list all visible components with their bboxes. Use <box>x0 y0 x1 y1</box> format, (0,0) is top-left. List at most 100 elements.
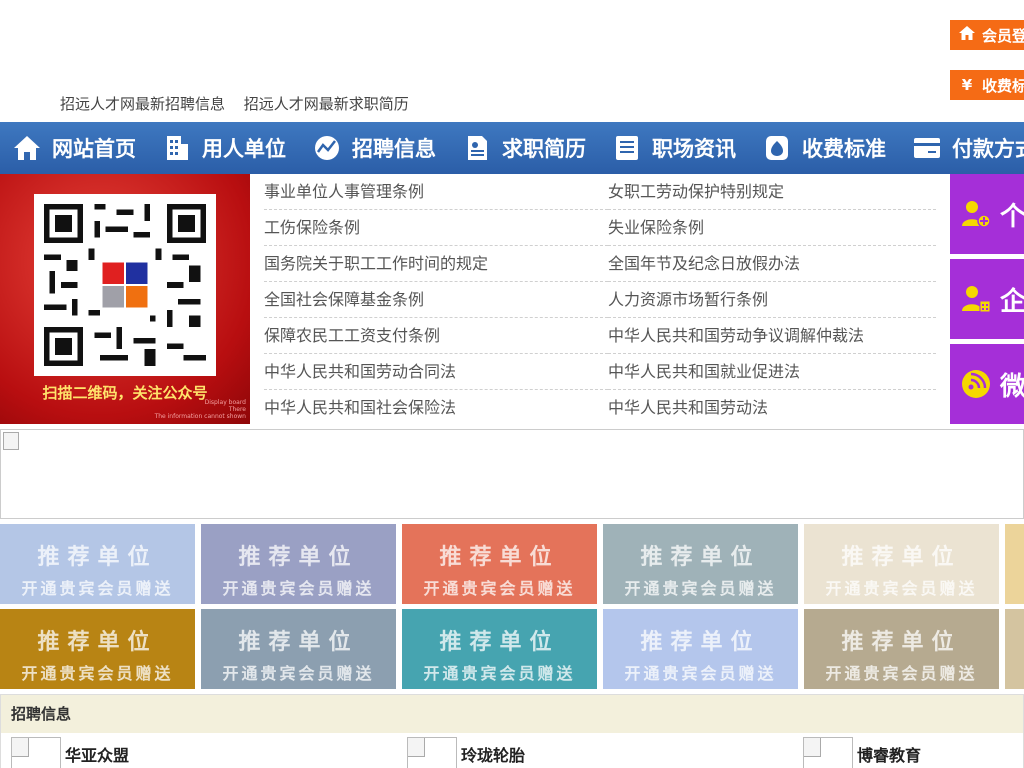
law-link[interactable]: 工伤保险条例 <box>264 210 608 246</box>
nav-item-employers[interactable]: 用人单位 <box>150 122 300 174</box>
law-row: 中华人民共和国劳动合同法 中华人民共和国就业促进法 <box>264 354 936 390</box>
recommended-unit-tile[interactable]: 推荐单位 开通贵宾会员赠送 <box>201 524 396 604</box>
nav-item-label: 收费标准 <box>802 137 886 161</box>
law-link[interactable]: 失业保险条例 <box>608 210 936 246</box>
fee-standard-label: 收费标 <box>982 76 1024 95</box>
law-link[interactable]: 全国年节及纪念日放假办法 <box>608 246 936 282</box>
user-add-icon <box>962 201 991 228</box>
company-logo <box>803 737 853 768</box>
recommended-unit-tile[interactable] <box>1005 524 1024 604</box>
nav-item-news[interactable]: 职场资讯 <box>600 122 750 174</box>
latest-jobs-link[interactable]: 招远人才网最新招聘信息 <box>60 95 225 113</box>
nav-item-label: 职场资讯 <box>652 137 736 161</box>
law-row: 中华人民共和国社会保险法 中华人民共和国劳动法 <box>264 390 936 426</box>
company-logo <box>11 737 61 768</box>
tile-title: 推荐单位 <box>37 545 158 570</box>
law-link[interactable]: 人力资源市场暂行条例 <box>608 282 936 318</box>
tile-subtitle: 开通贵宾会员赠送 <box>825 579 978 598</box>
tile-subtitle: 开通贵宾会员赠送 <box>624 664 777 683</box>
law-row: 国务院关于职工工作时间的规定 全国年节及纪念日放假办法 <box>264 246 936 282</box>
nav-item-fees[interactable]: 收费标准 <box>750 122 900 174</box>
company-name: 玲珑轮胎 <box>461 746 526 765</box>
tile-title: 推荐单位 <box>238 545 359 570</box>
company-name: 华亚众盟 <box>65 746 130 765</box>
tile-title: 推荐单位 <box>37 630 158 655</box>
recommended-unit-tile[interactable]: 推荐单位 开通贵宾会员赠送 <box>804 609 999 689</box>
company-name: 博睿教育 <box>857 746 922 765</box>
header: 招远人才网最新招聘信息 招远人才网最新求职简历 会员登 ¥ 收费标 <box>0 0 1024 122</box>
nav-item-payment[interactable]: 付款方式 <box>900 122 1024 174</box>
home-icon <box>958 24 976 46</box>
nav-item-home[interactable]: 网站首页 <box>0 122 150 174</box>
qr-code <box>34 194 216 376</box>
law-link[interactable]: 全国社会保障基金条例 <box>264 282 608 318</box>
fee-standard-button[interactable]: ¥ 收费标 <box>950 70 1024 100</box>
law-row: 全国社会保障基金条例 人力资源市场暂行条例 <box>264 282 936 318</box>
tile-subtitle: 开通贵宾会员赠送 <box>21 579 174 598</box>
qr-caption: 扫描二维码，关注公众号 <box>42 384 208 402</box>
tile-title: 推荐单位 <box>841 630 962 655</box>
law-links: 事业单位人事管理条例 女职工劳动保护特别规定 工伤保险条例 失业保险条例 国务院… <box>264 174 936 426</box>
recommended-unit-tile[interactable] <box>1005 609 1024 689</box>
nav-item-jobs[interactable]: 招聘信息 <box>300 122 450 174</box>
company-tile-label: 企 <box>1000 286 1024 317</box>
broken-image-icon <box>3 432 19 450</box>
tile-title: 推荐单位 <box>238 630 359 655</box>
recommended-unit-tile[interactable]: 推荐单位 开通贵宾会员赠送 <box>402 609 597 689</box>
page: 招远人才网最新招聘信息 招远人才网最新求职简历 会员登 ¥ 收费标 网站首页 用… <box>0 0 1024 768</box>
member-login-label: 会员登 <box>982 26 1024 45</box>
tile-title: 推荐单位 <box>640 545 761 570</box>
company-item[interactable]: 华亚众盟 <box>11 737 129 768</box>
tile-subtitle: 开通贵宾会员赠送 <box>825 664 978 683</box>
home-icon <box>14 136 40 160</box>
recommended-unit-tile[interactable]: 推荐单位 开通贵宾会员赠送 <box>804 524 999 604</box>
personal-register-tile[interactable]: 个 <box>950 174 1024 254</box>
law-link[interactable]: 中华人民共和国社会保险法 <box>264 390 608 426</box>
company-item[interactable]: 博睿教育 <box>803 737 921 768</box>
law-link[interactable]: 保障农民工工资支付条例 <box>264 318 608 354</box>
law-row: 保障农民工工资支付条例 中华人民共和国劳动争议调解仲裁法 <box>264 318 936 354</box>
banner-image[interactable] <box>0 429 1024 519</box>
personal-tile-label: 个 <box>1000 201 1024 232</box>
law-link[interactable]: 国务院关于职工工作时间的规定 <box>264 246 608 282</box>
company-register-tile[interactable]: 企 <box>950 259 1024 339</box>
law-link[interactable]: 中华人民共和国劳动法 <box>608 390 936 426</box>
yuan-icon: ¥ <box>961 76 973 94</box>
tile-title: 推荐单位 <box>439 545 560 570</box>
main-nav: 网站首页 用人单位 招聘信息 求职简历 职场资讯 收费标准 付款方式 <box>0 122 1024 174</box>
law-link[interactable]: 中华人民共和国就业促进法 <box>608 354 936 390</box>
tile-subtitle: 开通贵宾会员赠送 <box>21 664 174 683</box>
money-bag-icon <box>766 136 788 160</box>
recommended-unit-tile[interactable]: 推荐单位 开通贵宾会员赠送 <box>603 609 798 689</box>
latest-resumes-link[interactable]: 招远人才网最新求职简历 <box>244 95 409 113</box>
tile-subtitle: 开通贵宾会员赠送 <box>423 664 576 683</box>
recommended-unit-tile[interactable]: 推荐单位 开通贵宾会员赠送 <box>402 524 597 604</box>
law-link[interactable]: 中华人民共和国劳动合同法 <box>264 354 608 390</box>
recommended-unit-tile[interactable]: 推荐单位 开通贵宾会员赠送 <box>0 609 195 689</box>
resume-icon <box>468 136 487 160</box>
chart-icon <box>315 136 339 160</box>
nav-item-resumes[interactable]: 求职简历 <box>450 122 600 174</box>
nav-item-label: 付款方式 <box>952 137 1024 161</box>
law-link[interactable]: 中华人民共和国劳动争议调解仲裁法 <box>608 318 936 354</box>
wechat-tile[interactable]: 微 <box>950 344 1024 424</box>
tile-title: 推荐单位 <box>439 630 560 655</box>
nav-item-label: 求职简历 <box>502 137 586 161</box>
company-item[interactable]: 玲珑轮胎 <box>407 737 525 768</box>
nav-item-label: 用人单位 <box>202 137 286 161</box>
law-link[interactable]: 事业单位人事管理条例 <box>264 174 608 210</box>
building-icon <box>167 136 188 160</box>
top-links: 招远人才网最新招聘信息 招远人才网最新求职简历 <box>60 93 423 114</box>
recommended-unit-tile[interactable]: 推荐单位 开通贵宾会员赠送 <box>603 524 798 604</box>
law-row: 工伤保险条例 失业保险条例 <box>264 210 936 246</box>
card-icon <box>914 138 940 158</box>
nav-item-label: 网站首页 <box>52 137 136 161</box>
recommended-unit-tile[interactable]: 推荐单位 开通贵宾会员赠送 <box>201 609 396 689</box>
nav-item-label: 招聘信息 <box>352 137 436 161</box>
law-link[interactable]: 女职工劳动保护特别规定 <box>608 174 936 210</box>
recruitment-title: 招聘信息 <box>1 695 1023 733</box>
member-login-button[interactable]: 会员登 <box>950 20 1024 50</box>
recommended-unit-tile[interactable]: 推荐单位 开通贵宾会员赠送 <box>0 524 195 604</box>
tile-subtitle: 开通贵宾会员赠送 <box>222 579 375 598</box>
company-logo <box>407 737 457 768</box>
